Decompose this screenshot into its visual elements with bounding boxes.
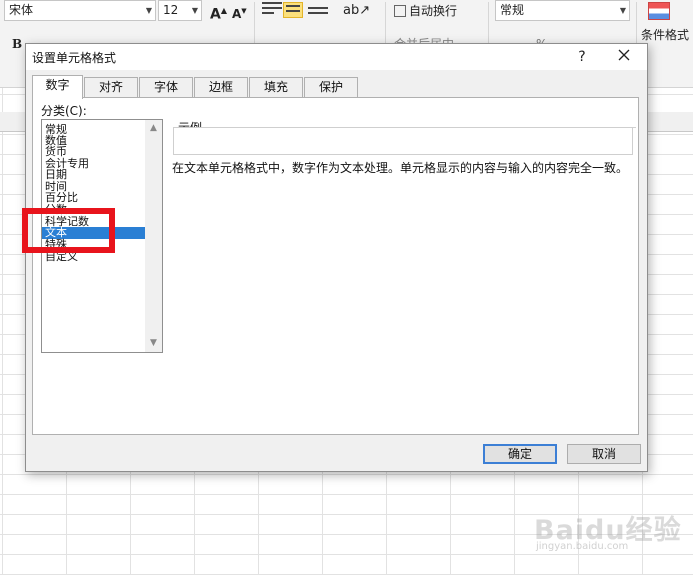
shrink-font-button[interactable]: A▼	[232, 0, 247, 22]
tab-alignment[interactable]: 对齐	[84, 77, 138, 98]
font-size-value: 12	[163, 3, 179, 17]
baidu-watermark-url: jingyan.baidu.com	[536, 541, 629, 552]
sample-preview	[173, 127, 633, 155]
number-format-value: 常规	[500, 3, 525, 17]
tab-border[interactable]: 边框	[194, 77, 248, 98]
wrap-text-button[interactable]: 自动换行	[394, 0, 457, 22]
conditional-format-icon[interactable]	[648, 2, 670, 20]
cancel-button[interactable]: 取消	[567, 444, 641, 464]
close-button[interactable]	[614, 47, 634, 67]
ok-button[interactable]: 确定	[483, 444, 557, 464]
align-top-icon[interactable]	[262, 2, 282, 18]
chevron-down-icon: ▼	[191, 6, 198, 15]
format-cells-dialog: 设置单元格格式 ? 数字 对齐 字体 边框 填充 保护 分类(C): 常规 数值…	[25, 43, 648, 472]
tab-protection[interactable]: 保护	[304, 77, 358, 98]
category-scrollbar[interactable]: ▲ ▼	[145, 120, 162, 352]
font-name-select[interactable]: 宋体 ▼	[4, 0, 156, 21]
number-tab-panel: 分类(C): 常规 数值 货币 会计专用 日期 时间 百分比 分数 科学记数 文…	[32, 97, 639, 435]
number-format-select[interactable]: 常规 ▼	[495, 0, 630, 21]
dialog-titlebar[interactable]: 设置单元格格式 ?	[26, 44, 647, 70]
conditional-format-button[interactable]: 条件格式	[641, 24, 689, 46]
scroll-down-icon[interactable]: ▼	[145, 335, 162, 352]
orientation-icon[interactable]: ab↗	[343, 0, 370, 22]
chevron-down-icon: ▼	[619, 6, 626, 15]
grow-font-button[interactable]: A▲	[210, 0, 227, 23]
close-icon	[618, 49, 630, 61]
format-description: 在文本单元格格式中，数字作为文本处理。单元格显示的内容与输入的内容完全一致。	[172, 161, 629, 175]
chevron-down-icon: ▼	[145, 6, 152, 15]
help-button[interactable]: ?	[572, 47, 592, 67]
tab-number[interactable]: 数字	[32, 75, 83, 99]
tab-fill[interactable]: 填充	[249, 77, 303, 98]
dialog-title: 设置单元格格式	[32, 51, 117, 65]
bold-button[interactable]: B	[12, 33, 22, 55]
font-name-value: 宋体	[9, 3, 34, 17]
tab-font[interactable]: 字体	[139, 77, 193, 98]
scroll-up-icon[interactable]: ▲	[145, 120, 162, 137]
font-size-select[interactable]: 12 ▼	[158, 0, 202, 21]
align-bottom-icon[interactable]	[308, 7, 328, 23]
category-list[interactable]: 常规 数值 货币 会计专用 日期 时间 百分比 分数 科学记数 文本 特殊 自定…	[41, 119, 163, 353]
category-item-custom[interactable]: 自定义	[42, 251, 146, 263]
align-middle-icon[interactable]	[283, 2, 303, 18]
category-label: 分类(C):	[41, 104, 87, 118]
wrap-text-icon	[394, 5, 406, 17]
